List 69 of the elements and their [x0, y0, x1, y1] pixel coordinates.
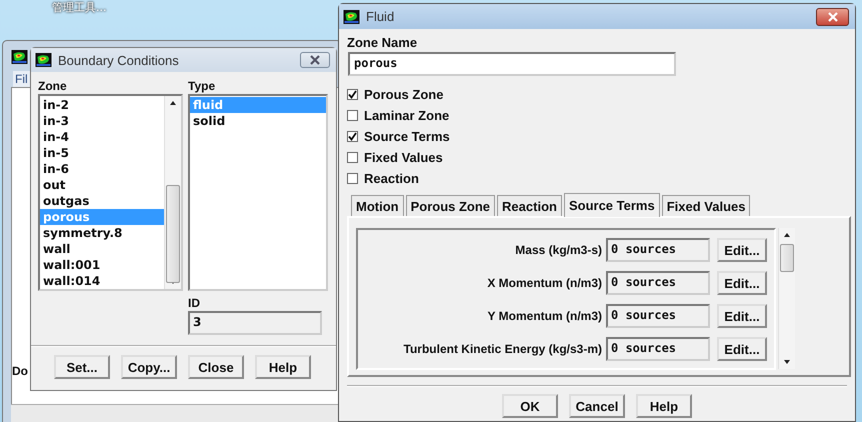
edit-button[interactable]: Edit... [717, 238, 767, 262]
tab[interactable]: Fixed Values [662, 195, 750, 216]
checkbox[interactable] [347, 173, 358, 184]
tab[interactable]: Reaction [497, 195, 562, 216]
list-item[interactable]: symmetry.8 [40, 225, 164, 241]
tab[interactable]: Motion [351, 195, 404, 216]
source-count-field: 0 sources [606, 337, 710, 361]
source-term-label: Turbulent Kinetic Energy (kg/s3-m) [402, 342, 602, 356]
panel-label: Do [12, 364, 28, 378]
list-item[interactable]: in-3 [40, 113, 164, 129]
tab[interactable]: Porous Zone [406, 195, 496, 216]
checkbox-label[interactable]: Fixed Values [364, 150, 443, 165]
dialog-button[interactable]: Copy... [121, 355, 177, 379]
window-title: Fluid [366, 9, 396, 24]
checkbox[interactable] [347, 131, 358, 142]
source-count-field: 0 sources [606, 238, 710, 262]
type-label: Type [188, 78, 216, 94]
edit-button[interactable]: Edit... [717, 271, 767, 295]
list-item[interactable]: in-2 [40, 97, 164, 113]
checkbox-label[interactable]: Laminar Zone [364, 108, 450, 123]
checkbox[interactable] [347, 152, 358, 163]
scroll-thumb[interactable] [166, 185, 180, 283]
checkbox-label[interactable]: Source Terms [364, 129, 450, 144]
checkbox[interactable] [347, 110, 358, 121]
zone-list[interactable]: in-2 in-3 in-4 in-5 in-6 out outgas porous symmetry.8 wall wall:001 wall:014 [38, 94, 183, 291]
scrollbar[interactable] [164, 96, 181, 289]
list-item[interactable]: wall:001 [40, 257, 164, 273]
edit-button[interactable]: Edit... [717, 304, 767, 328]
edit-button[interactable]: Edit... [717, 337, 767, 361]
list-item[interactable]: wall [40, 241, 164, 257]
dialog-button[interactable]: Close [188, 355, 244, 379]
dialog-button[interactable]: OK [502, 394, 558, 418]
close-icon[interactable] [309, 55, 321, 65]
window-title: Boundary Conditions [58, 52, 180, 68]
app-icon [343, 10, 360, 24]
zone-name-field[interactable]: porous [348, 52, 676, 76]
dialog-button[interactable]: Set... [54, 355, 110, 379]
list-item[interactable]: outgas [40, 193, 164, 209]
checkbox[interactable] [347, 89, 358, 100]
source-term-label: Mass (kg/m3-s) [514, 243, 602, 257]
source-count-field: 0 sources [606, 271, 710, 295]
menu-item[interactable]: Fil [13, 71, 30, 87]
source-count-field: 0 sources [606, 304, 710, 328]
list-item[interactable]: in-5 [40, 145, 164, 161]
list-item[interactable]: wall:014 [40, 273, 164, 289]
checkbox-label[interactable]: Porous Zone [364, 87, 444, 102]
type-list[interactable]: fluid solid [188, 94, 328, 291]
app-icon [11, 50, 28, 64]
close-button[interactable] [300, 52, 330, 68]
dialog-button[interactable]: Cancel [569, 394, 625, 418]
close-button[interactable] [816, 8, 849, 26]
scrollbar[interactable] [778, 228, 795, 369]
source-term-label: X Momentum (n/m3) [486, 276, 602, 290]
source-term-label: Y Momentum (n/m3) [486, 309, 602, 323]
id-label: ID [188, 295, 201, 311]
dialog-button[interactable]: Help [636, 394, 692, 418]
zone-label: Zone [38, 78, 68, 94]
zone-name-label: Zone Name [347, 35, 418, 51]
list-item[interactable]: out [40, 177, 164, 193]
list-item[interactable]: in-6 [40, 161, 164, 177]
scroll-thumb[interactable] [780, 244, 794, 272]
tab[interactable]: Source Terms [564, 193, 660, 217]
checkbox-label[interactable]: Reaction [364, 171, 419, 186]
app-icon [35, 53, 52, 67]
list-item[interactable]: in-4 [40, 129, 164, 145]
horizontal-scrollbar[interactable] [11, 404, 341, 422]
id-field[interactable]: 3 [188, 311, 322, 335]
dialog-button[interactable]: Help [255, 355, 311, 379]
list-item[interactable]: solid [190, 113, 326, 129]
